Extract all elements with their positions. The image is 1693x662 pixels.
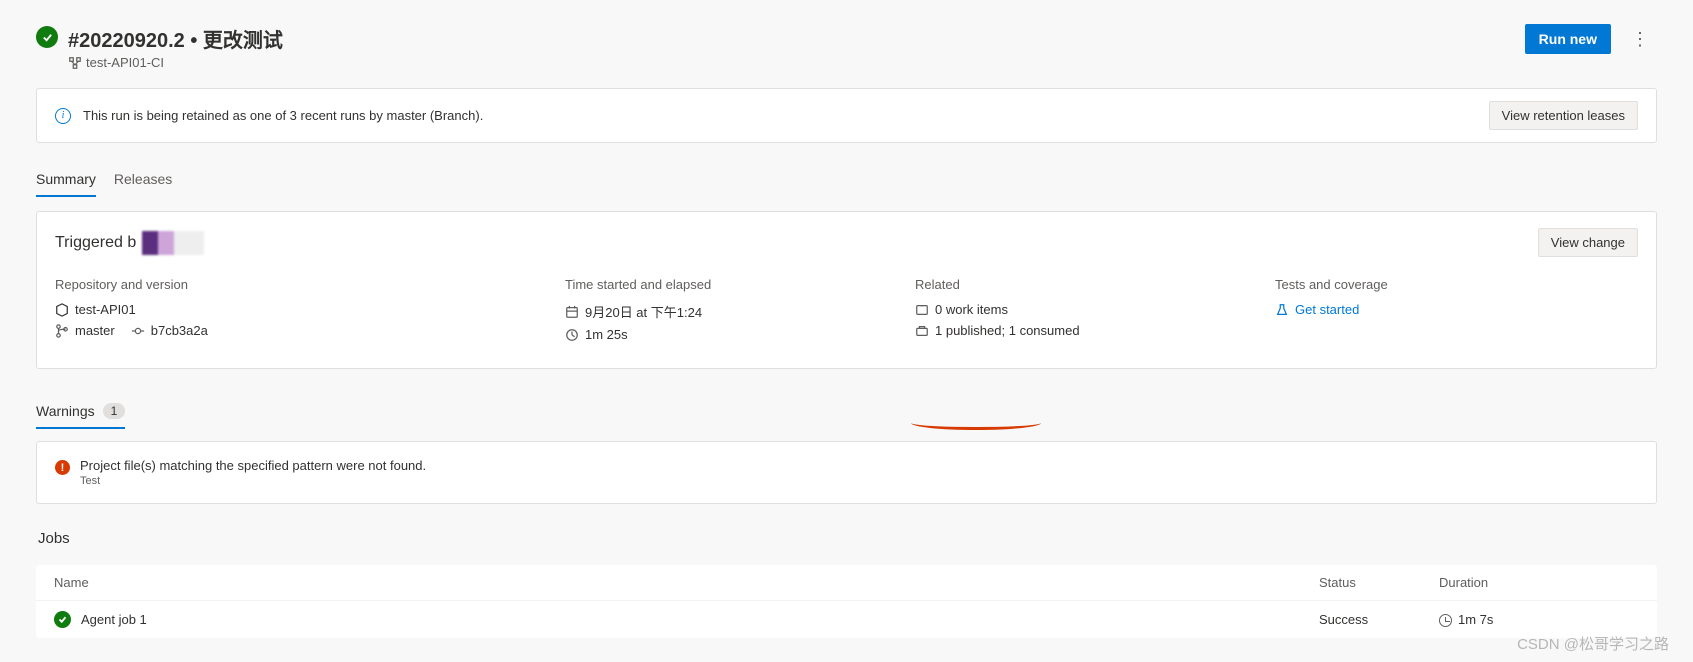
retention-message: This run is being retained as one of 3 r…	[83, 108, 483, 123]
time-heading: Time started and elapsed	[565, 277, 905, 292]
view-change-button[interactable]: View change	[1538, 228, 1638, 257]
retention-banner: i This run is being retained as one of 3…	[36, 88, 1657, 143]
jobs-section: Jobs Name Status Duration Agent job 1 Su…	[36, 530, 1657, 638]
calendar-icon	[565, 305, 579, 319]
run-new-button[interactable]: Run new	[1525, 24, 1611, 54]
repo-link[interactable]: test-API01	[55, 302, 555, 317]
job-success-icon	[54, 611, 71, 628]
start-time: 9月20日 at 下午1:24	[565, 302, 905, 321]
related-heading: Related	[915, 277, 1265, 292]
view-retention-leases-button[interactable]: View retention leases	[1489, 101, 1638, 130]
redacted-user	[142, 231, 204, 255]
warnings-panel: ! Project file(s) matching the specified…	[36, 441, 1657, 504]
clock-icon	[1439, 614, 1452, 627]
success-status-icon	[36, 26, 58, 48]
warning-message: Project file(s) matching the specified p…	[80, 458, 426, 473]
header-actions: Run new ⋮	[1525, 24, 1657, 54]
col-name: Name	[54, 575, 1319, 590]
branch-icon	[55, 324, 69, 338]
triggered-by-label: Triggered b	[55, 231, 204, 255]
related-column: Related 0 work items 1 published; 1 cons…	[915, 277, 1265, 348]
time-column: Time started and elapsed 9月20日 at 下午1:24…	[565, 277, 905, 348]
job-name: Agent job 1	[81, 612, 147, 627]
more-actions-button[interactable]: ⋮	[1623, 26, 1657, 52]
pipeline-name-text: test-API01-CI	[86, 55, 164, 70]
info-icon: i	[55, 108, 71, 124]
title-block: #20220920.2 • 更改测试 test-API01-CI	[36, 24, 283, 70]
warnings-tabs: Warnings 1	[36, 395, 1657, 429]
workitem-icon	[915, 303, 929, 317]
flask-icon	[1275, 303, 1289, 317]
summary-panel: Triggered b View change Repository and v…	[36, 211, 1657, 369]
job-duration: 1m 7s	[1439, 612, 1639, 627]
branch-link[interactable]: master	[75, 323, 115, 338]
detail-columns: Repository and version test-API01 master…	[55, 277, 1638, 348]
clock-icon	[565, 328, 579, 342]
repo-icon	[55, 303, 69, 317]
artifact-icon	[915, 324, 929, 338]
work-items-link[interactable]: 0 work items	[915, 302, 1265, 317]
pipeline-name[interactable]: test-API01-CI	[68, 55, 283, 70]
run-title: #20220920.2 • 更改测试	[68, 24, 283, 53]
tab-summary[interactable]: Summary	[36, 163, 96, 197]
tests-column: Tests and coverage Get started	[1275, 277, 1638, 348]
tab-releases[interactable]: Releases	[114, 163, 172, 197]
job-status: Success	[1319, 612, 1439, 627]
col-status: Status	[1319, 575, 1439, 590]
warning-source: Test	[80, 475, 426, 487]
elapsed-time: 1m 25s	[565, 327, 905, 342]
repo-version-heading: Repository and version	[55, 277, 555, 292]
jobs-table-header: Name Status Duration	[36, 565, 1657, 601]
jobs-heading: Jobs	[36, 530, 1657, 547]
pipeline-icon	[68, 56, 82, 70]
commit-icon	[131, 324, 145, 338]
artifacts-link[interactable]: 1 published; 1 consumed	[915, 323, 1265, 338]
repo-version-column: Repository and version test-API01 master…	[55, 277, 555, 348]
warnings-count-badge: 1	[103, 403, 126, 419]
commit-link[interactable]: b7cb3a2a	[151, 323, 208, 338]
page-header: #20220920.2 • 更改测试 test-API01-CI Run new…	[36, 24, 1657, 70]
get-started-link[interactable]: Get started	[1295, 302, 1359, 317]
warning-icon: !	[55, 460, 70, 475]
col-duration: Duration	[1439, 575, 1639, 590]
tests-heading: Tests and coverage	[1275, 277, 1638, 292]
tabs: Summary Releases	[36, 163, 1657, 197]
annotation-underline	[911, 416, 1041, 430]
table-row[interactable]: Agent job 1 Success 1m 7s	[36, 601, 1657, 638]
tab-warnings[interactable]: Warnings 1	[36, 395, 125, 429]
